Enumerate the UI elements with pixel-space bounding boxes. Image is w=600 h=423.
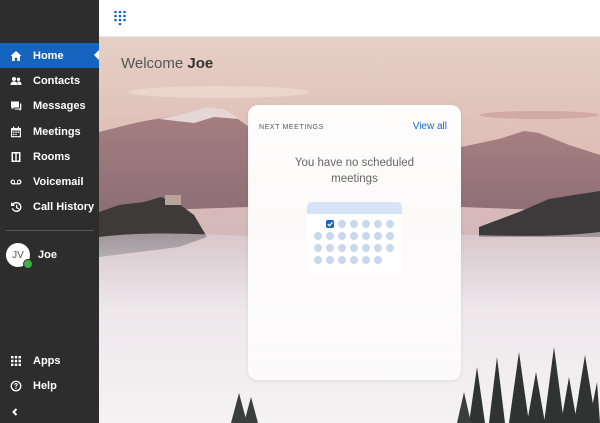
- meetings-icon: [9, 125, 23, 139]
- welcome-prefix: Welcome: [121, 55, 184, 72]
- sidebar-item-call-history[interactable]: Call History: [0, 195, 99, 220]
- presence-indicator: [23, 259, 33, 269]
- empty-state-text: You have no scheduled meetings: [248, 155, 461, 187]
- dialpad-button[interactable]: [113, 10, 127, 26]
- sidebar-item-help[interactable]: Help: [0, 373, 99, 398]
- sidebar-item-label: Rooms: [33, 150, 71, 163]
- user-name: Joe: [38, 249, 57, 261]
- sidebar-item-home[interactable]: Home: [0, 43, 99, 69]
- apps-icon: [9, 354, 23, 368]
- user-profile[interactable]: JV Joe: [6, 243, 57, 269]
- calendar-illustration-icon: [307, 202, 402, 273]
- rooms-icon: [9, 150, 23, 164]
- sidebar-item-label: Call History: [33, 201, 95, 214]
- sidebar-item-contacts[interactable]: Contacts: [0, 68, 99, 93]
- welcome-heading: Welcome Joe: [121, 55, 213, 72]
- sidebar: Home Contacts Messages Meetings Rooms Vo…: [0, 0, 99, 423]
- sidebar-item-label: Contacts: [33, 74, 81, 87]
- welcome-user-name: Joe: [187, 55, 214, 72]
- empty-state-message: You have no scheduled meetings: [294, 157, 415, 185]
- call-history-icon: [9, 200, 23, 214]
- avatar-initials: JV: [12, 249, 24, 261]
- sidebar-item-rooms[interactable]: Rooms: [0, 144, 99, 169]
- main-content: Welcome Joe NEXT MEETINGS View all You h…: [99, 37, 600, 423]
- sidebar-nav: Home Contacts Messages Meetings Rooms Vo…: [0, 43, 99, 220]
- sidebar-item-label: Voicemail: [33, 176, 84, 189]
- collapse-sidebar-button[interactable]: [10, 404, 22, 416]
- view-all-link[interactable]: View all: [413, 121, 447, 132]
- avatar[interactable]: JV: [6, 243, 33, 269]
- sidebar-item-label: Help: [33, 379, 57, 392]
- dialpad-icon: [114, 10, 126, 26]
- next-meetings-card: NEXT MEETINGS View all You have no sched…: [248, 105, 461, 380]
- home-icon: [9, 49, 23, 63]
- contacts-icon: [9, 74, 23, 88]
- card-title: NEXT MEETINGS: [259, 124, 324, 131]
- top-bar: [99, 0, 600, 37]
- sidebar-divider: [6, 230, 94, 231]
- sidebar-item-apps[interactable]: Apps: [0, 348, 99, 373]
- chevron-left-icon: [12, 408, 18, 416]
- help-icon: [9, 379, 23, 393]
- sidebar-item-label: Home: [33, 49, 64, 62]
- messages-icon: [9, 99, 23, 113]
- sidebar-item-meetings[interactable]: Meetings: [0, 119, 99, 144]
- sidebar-bottom-nav: Apps Help: [0, 348, 99, 399]
- sidebar-item-label: Apps: [33, 354, 61, 367]
- sidebar-item-label: Messages: [33, 100, 86, 113]
- sidebar-item-messages[interactable]: Messages: [0, 94, 99, 119]
- voicemail-icon: [9, 175, 23, 189]
- sidebar-item-voicemail[interactable]: Voicemail: [0, 169, 99, 194]
- sidebar-item-label: Meetings: [33, 125, 81, 138]
